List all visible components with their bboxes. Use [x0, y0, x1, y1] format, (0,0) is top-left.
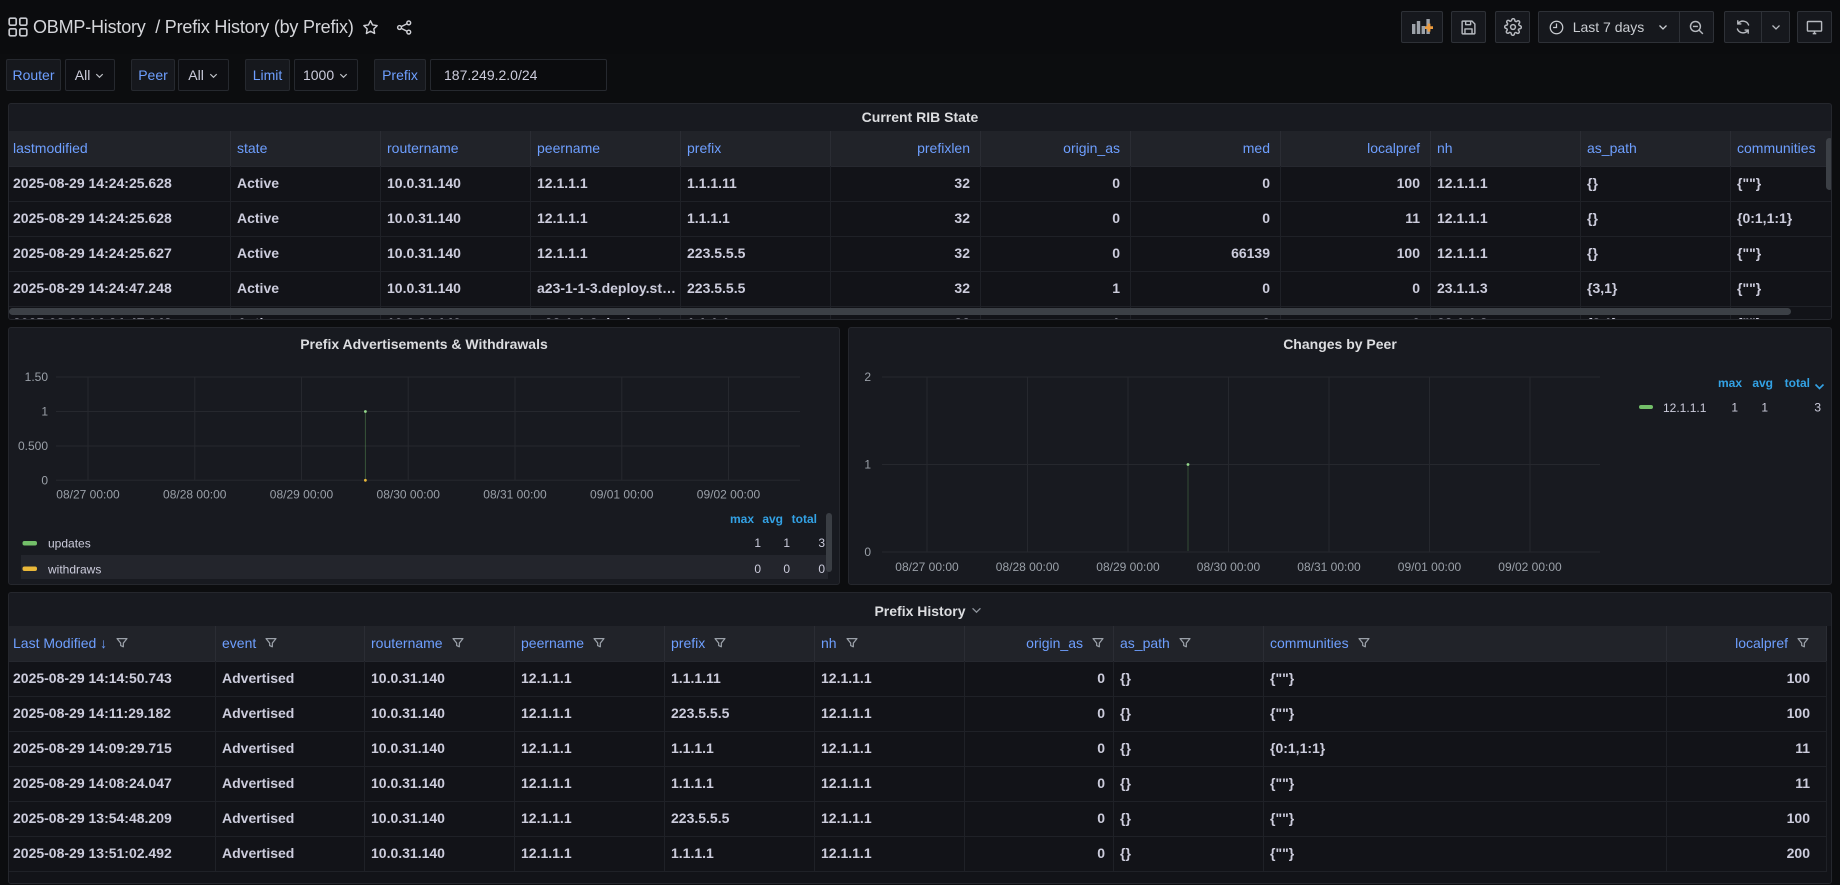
- svg-text:08/31 00:00: 08/31 00:00: [483, 488, 547, 502]
- svg-text:1: 1: [754, 536, 761, 550]
- svg-text:max: max: [730, 512, 754, 526]
- svg-text:3: 3: [818, 536, 825, 550]
- svg-text:0.500: 0.500: [18, 439, 48, 453]
- svg-text:08/29 00:00: 08/29 00:00: [1096, 560, 1160, 574]
- svg-text:1: 1: [1731, 401, 1738, 415]
- svg-text:1: 1: [1761, 401, 1768, 415]
- svg-text:3: 3: [1814, 401, 1821, 415]
- svg-text:1: 1: [864, 458, 871, 472]
- svg-text:0: 0: [864, 545, 871, 559]
- svg-text:1: 1: [41, 405, 48, 419]
- svg-text:avg: avg: [762, 512, 783, 526]
- svg-text:avg: avg: [1752, 376, 1773, 390]
- svg-text:12.1.1.1: 12.1.1.1: [1663, 401, 1707, 415]
- svg-text:0: 0: [783, 562, 790, 576]
- svg-text:total: total: [792, 512, 817, 526]
- svg-text:09/01 00:00: 09/01 00:00: [1398, 560, 1462, 574]
- svg-text:08/27 00:00: 08/27 00:00: [56, 488, 120, 502]
- svg-text:09/01 00:00: 09/01 00:00: [590, 488, 654, 502]
- svg-text:08/31 00:00: 08/31 00:00: [1297, 560, 1361, 574]
- svg-text:09/02 00:00: 09/02 00:00: [697, 488, 761, 502]
- svg-text:updates: updates: [48, 537, 91, 551]
- svg-text:08/28 00:00: 08/28 00:00: [163, 488, 227, 502]
- svg-text:total: total: [1785, 376, 1810, 390]
- svg-text:withdraws: withdraws: [47, 563, 101, 577]
- svg-text:2: 2: [864, 370, 871, 384]
- svg-text:1.50: 1.50: [25, 370, 49, 384]
- svg-text:09/02 00:00: 09/02 00:00: [1498, 560, 1562, 574]
- svg-text:0: 0: [754, 562, 761, 576]
- svg-text:0: 0: [41, 474, 48, 488]
- svg-text:08/28 00:00: 08/28 00:00: [996, 560, 1060, 574]
- svg-text:08/27 00:00: 08/27 00:00: [895, 560, 959, 574]
- svg-text:08/30 00:00: 08/30 00:00: [1197, 560, 1261, 574]
- svg-text:08/29 00:00: 08/29 00:00: [270, 488, 334, 502]
- svg-text:max: max: [1718, 376, 1742, 390]
- svg-text:08/30 00:00: 08/30 00:00: [377, 488, 441, 502]
- svg-text:0: 0: [818, 562, 825, 576]
- svg-text:1: 1: [783, 536, 790, 550]
